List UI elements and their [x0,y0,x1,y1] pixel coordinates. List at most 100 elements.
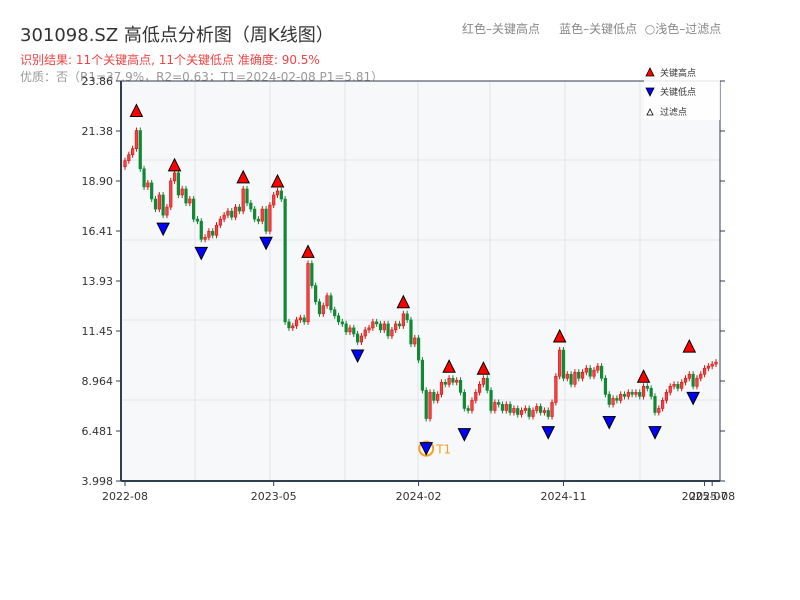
x-tick-label: 2023-05 [251,490,297,503]
candle-body [207,230,211,238]
candle-body [489,390,493,411]
candle-body [477,383,482,393]
candle-body [291,325,295,329]
candle-body [321,305,325,315]
candle-body [314,285,318,303]
candle-body [222,214,226,220]
candle-body [706,365,710,369]
candle-body [588,367,592,377]
candle-body [142,168,146,188]
candle-body [592,369,596,377]
y-tick-label: 3.998 [82,475,114,488]
candle-body [523,408,527,411]
legend-filtered-label: 过滤点 [660,106,687,118]
candle-body [157,194,161,210]
candle-body [329,295,333,311]
candle-body [279,190,283,200]
candle-body [409,319,413,345]
candle-body [211,230,215,236]
candle-body [386,323,390,337]
candle-body [131,148,135,156]
candle-body [424,390,428,419]
y-tick-label: 23.86 [82,75,114,88]
candle-body [626,392,630,397]
candle-body [554,375,558,403]
candle-body [455,379,459,383]
candle-body [192,198,196,220]
candle-body [436,394,440,401]
candle-body [203,236,207,240]
candle-body [245,188,249,204]
candle-body [542,410,547,413]
candle-body [256,218,261,222]
candle-body [253,208,257,220]
candle-body [138,130,142,170]
candle-body [180,188,184,196]
y-tick-label: 16.41 [82,225,114,238]
candle-body [333,309,337,317]
candle-body [676,383,680,389]
candle-body [657,408,661,413]
candle-body [603,377,608,395]
candle-body [439,381,444,395]
candle-body [619,394,623,401]
candle-body [466,408,470,411]
candle-body [325,295,329,307]
candle-body [710,363,714,367]
candle-body [638,392,642,397]
legend-low-label: 关键低点 [660,86,696,98]
candle-body [195,218,200,222]
candle-body [645,386,649,389]
candle-body [661,400,665,409]
candle-body [359,335,364,343]
candle-body [493,402,497,411]
candle-body [615,398,619,401]
candle-body [485,377,489,391]
candle-body [340,321,344,325]
candle-body [382,323,386,331]
candle-body [550,402,554,417]
candle-body [317,301,322,315]
candle-body [249,202,253,210]
candle-body [714,361,718,365]
candle-body [371,321,375,329]
candle-body [352,327,356,335]
candle-body [432,392,436,401]
chart-window: 301098.SZ 高低点分析图（周K线图） 识别结果: 11个关键高点, 11… [0,0,800,600]
candle-body [264,208,268,232]
candle-body [447,377,451,385]
candle-body [462,392,466,409]
candle-body [123,160,127,168]
candle-body [470,400,474,411]
candle-body [241,188,245,212]
candle-body [611,398,615,405]
candle-body [348,327,352,333]
candle-body [558,349,562,377]
candle-body [420,359,425,391]
candle-body [428,392,432,419]
candle-body [268,204,272,232]
candle-body [134,130,139,149]
candle-body [546,410,550,417]
t1-label: T1 [435,443,451,457]
candle-body [169,180,173,208]
candle-body [184,188,188,204]
x-tick-label: 2025-08 [689,490,735,503]
candle-body [565,373,569,379]
candle-body [394,323,398,331]
candle-body [363,329,367,337]
candle-body [561,349,566,379]
candle-body [367,327,371,331]
candle-body [172,172,177,182]
candle-body [664,392,669,401]
x-tick-label: 2022-08 [102,490,148,503]
candle-body [680,381,684,389]
candle-body [188,198,192,204]
candle-body [401,313,405,327]
candle-body [451,377,455,383]
candle-body [287,321,291,329]
candle-body [580,371,585,379]
candle-body [481,377,486,385]
y-tick-label: 11.45 [82,325,114,338]
candle-body [176,172,180,196]
